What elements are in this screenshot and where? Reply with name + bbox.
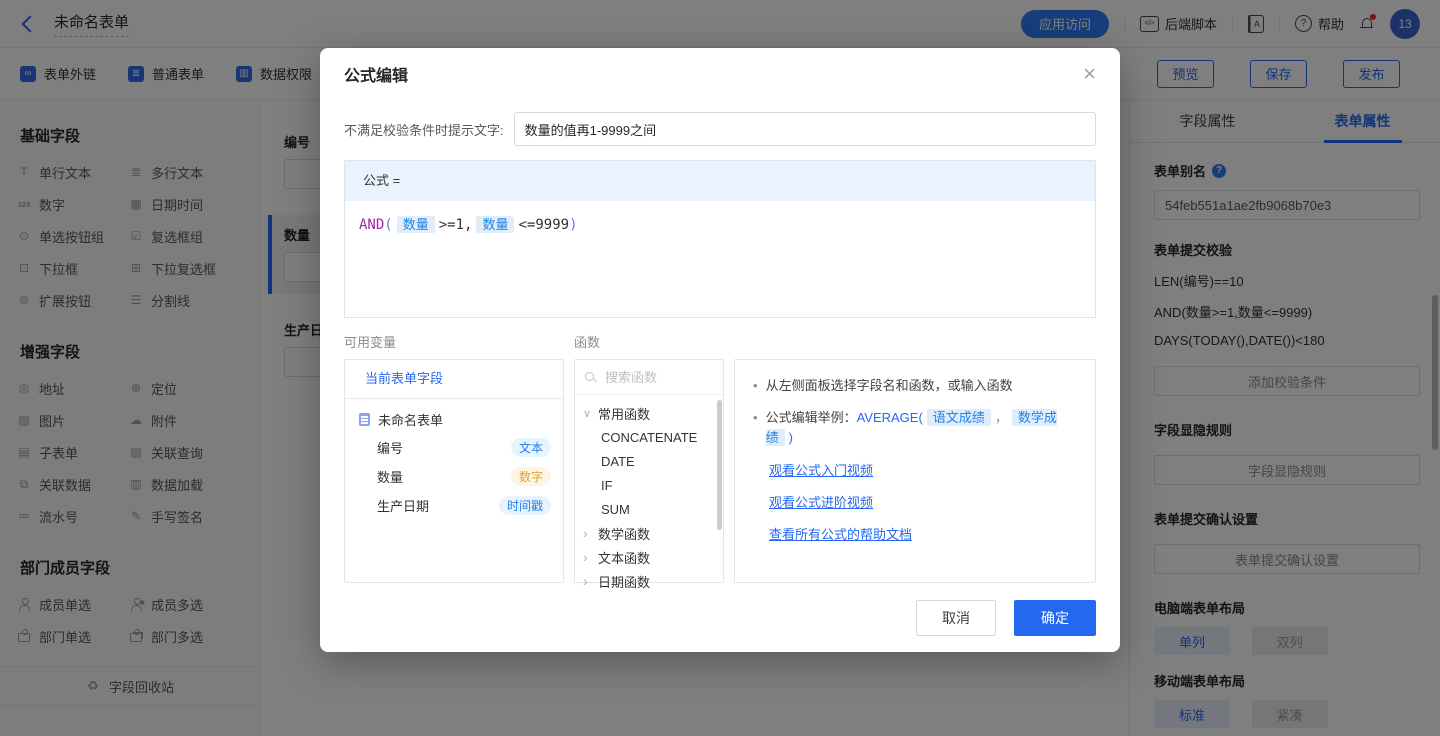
function-row[interactable]: 文本函数: [575, 545, 723, 569]
function-search-input[interactable]: [603, 369, 707, 386]
tree-root-form[interactable]: 未命名表单: [345, 399, 563, 433]
field-type-tag: 时间戳: [499, 496, 551, 515]
funcs-label: 函数: [574, 332, 600, 351]
app-screen: 未命名表单 应用访问 后端脚本 帮助 13: [0, 0, 1440, 736]
help-tip-1: • 从左侧面板选择字段名和函数，或输入函数: [753, 376, 1077, 396]
function-row[interactable]: IF: [575, 473, 723, 497]
formula-editor: 公式 = AND(数量>=1,数量<=9999): [344, 160, 1096, 318]
example-chip: 语文成绩: [927, 409, 991, 426]
modal-footer: 取消 确定: [344, 600, 1096, 636]
field-type-tag: 数字: [511, 467, 551, 486]
function-row[interactable]: SUM: [575, 497, 723, 521]
confirm-button[interactable]: 确定: [1014, 600, 1096, 636]
help-link[interactable]: 观看公式入门视频: [769, 460, 1077, 479]
function-row[interactable]: 常用函数: [575, 401, 723, 425]
chevron-icon: [583, 549, 593, 565]
function-row[interactable]: 数学函数: [575, 521, 723, 545]
chevron-icon: [583, 407, 593, 420]
function-row[interactable]: DATE: [575, 449, 723, 473]
cancel-button[interactable]: 取消: [916, 600, 996, 636]
help-links: 观看公式入门视频 观看公式进阶视频 查看所有公式的帮助文档: [753, 460, 1077, 543]
prompt-label: 不满足校验条件时提示文字:: [344, 120, 504, 139]
current-form-fields-tab[interactable]: 当前表单字段: [345, 360, 563, 399]
formula-editor-body[interactable]: AND(数量>=1,数量<=9999): [345, 201, 1095, 246]
field-chip-quantity: 数量: [397, 216, 435, 233]
panel-labels: 可用变量 函数: [344, 332, 1096, 351]
close-icon[interactable]: [1083, 63, 1096, 85]
tree-field-row[interactable]: 数量 数字: [345, 462, 563, 491]
functions-panel: 常用函数 CONCATENATE DATE: [574, 359, 724, 583]
tree-fields: 编号 文本 数量 数字 生产日期 时间戳: [345, 433, 563, 520]
help-link[interactable]: 查看所有公式的帮助文档: [769, 524, 1077, 543]
search-icon: [584, 371, 597, 384]
modal-header: 公式编辑: [344, 48, 1096, 100]
chevron-icon: [583, 573, 593, 589]
panels-row: 当前表单字段 未命名表单 编号 文本 数量 数字: [344, 359, 1096, 583]
help-panel: • 从左侧面板选择字段名和函数，或输入函数 • 公式编辑举例：AVERAGE(语…: [734, 359, 1096, 583]
form-doc-icon: [359, 413, 370, 426]
prompt-row: 不满足校验条件时提示文字:: [344, 112, 1096, 146]
variables-panel: 当前表单字段 未命名表单 编号 文本 数量 数字: [344, 359, 564, 583]
tree-field-row[interactable]: 编号 文本: [345, 433, 563, 462]
vars-label: 可用变量: [344, 332, 574, 351]
modal-title: 公式编辑: [344, 62, 408, 86]
field-type-tag: 文本: [511, 438, 551, 457]
function-row[interactable]: 日期函数: [575, 569, 723, 593]
help-tip-2: • 公式编辑举例：AVERAGE(语文成绩，数学成绩): [753, 408, 1077, 448]
formula-edit-modal: 公式编辑 不满足校验条件时提示文字: 公式 = AND(数量>=1,数量<=99…: [320, 48, 1120, 652]
function-search: [575, 360, 723, 395]
chevron-icon: [583, 525, 593, 541]
help-link[interactable]: 观看公式进阶视频: [769, 492, 1077, 511]
bullet: •: [753, 376, 758, 396]
function-list: 常用函数 CONCATENATE DATE: [575, 395, 723, 593]
prompt-text-input[interactable]: [514, 112, 1096, 146]
function-row[interactable]: CONCATENATE: [575, 425, 723, 449]
tree-field-row[interactable]: 生产日期 时间戳: [345, 491, 563, 520]
function-list-scrollbar[interactable]: [717, 400, 722, 530]
field-chip-quantity: 数量: [476, 216, 514, 233]
formula-editor-header: 公式 =: [345, 161, 1095, 201]
bullet: •: [753, 408, 758, 448]
